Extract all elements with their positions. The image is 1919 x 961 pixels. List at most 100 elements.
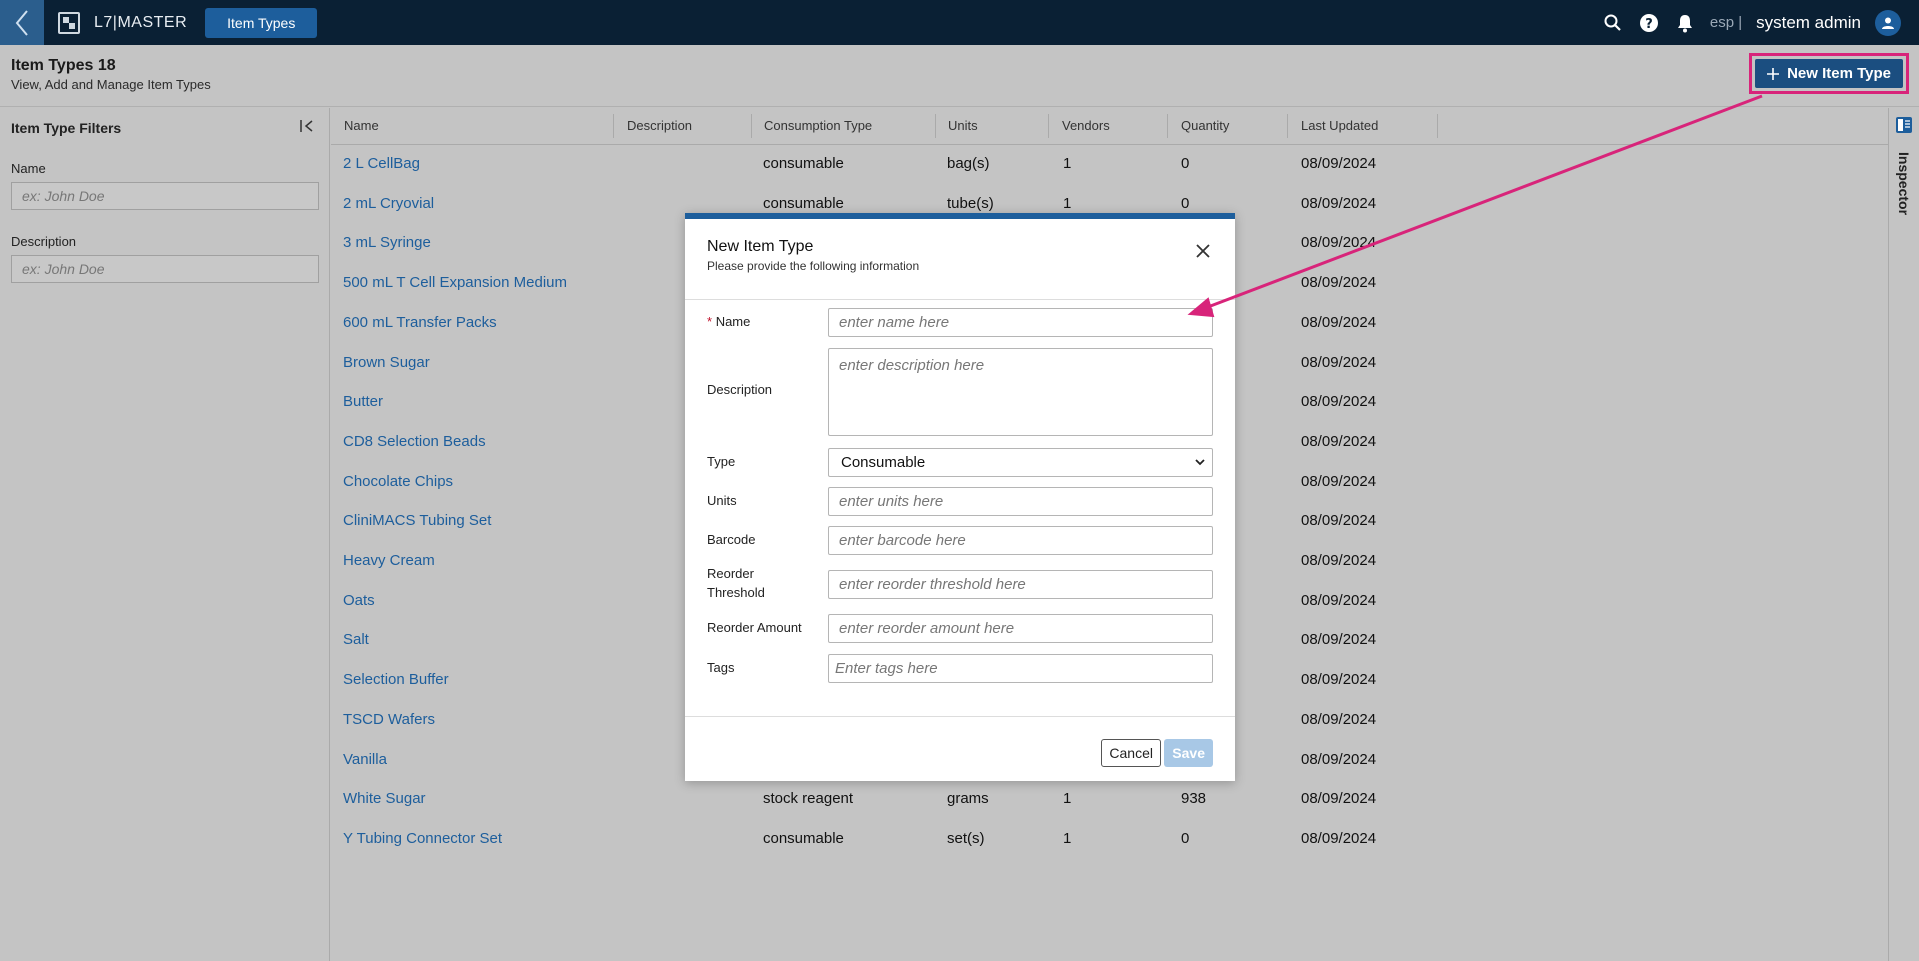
dialog-footer-divider bbox=[685, 716, 1235, 717]
column-header-quantity[interactable]: Quantity bbox=[1181, 118, 1229, 133]
table-row[interactable]: White Sugar stock reagent grams 1 938 08/09/2… bbox=[331, 780, 1888, 820]
cell-name[interactable]: Vanilla bbox=[343, 751, 387, 768]
search-icon[interactable] bbox=[1602, 12, 1624, 34]
reorder-amount-input[interactable]: enter reorder amount here bbox=[828, 614, 1213, 643]
type-field-label: Type bbox=[707, 454, 736, 469]
description-field-label: Description bbox=[707, 382, 773, 397]
reorder-threshold-input[interactable]: enter reorder threshold here bbox=[828, 570, 1213, 599]
chevron-down-icon bbox=[1195, 459, 1205, 466]
table-row[interactable]: Y Tubing Connector Set consumable set(s) 1 0… bbox=[331, 820, 1888, 860]
save-button[interactable]: Save bbox=[1164, 739, 1213, 767]
back-button[interactable] bbox=[0, 0, 44, 45]
new-item-type-button[interactable]: New Item Type bbox=[1755, 59, 1903, 88]
cell-consumption-type: consumable bbox=[763, 155, 844, 172]
cell-name[interactable]: Heavy Cream bbox=[343, 552, 435, 569]
cell-name[interactable]: CliniMACS Tubing Set bbox=[343, 512, 491, 529]
column-header-description[interactable]: Description bbox=[627, 118, 692, 133]
cell-name[interactable]: Brown Sugar bbox=[343, 354, 430, 371]
column-divider bbox=[1167, 114, 1168, 138]
language-indicator[interactable]: esp | bbox=[1710, 14, 1742, 31]
column-header-vendors[interactable]: Vendors bbox=[1062, 118, 1110, 133]
help-icon[interactable]: ? bbox=[1638, 12, 1660, 34]
table-header: Name Description Consumption Type Units … bbox=[331, 108, 1888, 145]
collapse-sidebar-icon[interactable] bbox=[299, 118, 317, 136]
new-item-type-label: New Item Type bbox=[1787, 65, 1891, 82]
column-header-consumption-type[interactable]: Consumption Type bbox=[764, 118, 872, 133]
tab-item-types[interactable]: Item Types bbox=[205, 7, 318, 38]
type-select[interactable]: Consumable bbox=[828, 448, 1213, 477]
required-marker: * bbox=[707, 314, 713, 329]
cell-quantity: 0 bbox=[1181, 829, 1190, 847]
cell-name[interactable]: Salt bbox=[343, 631, 369, 648]
column-header-name[interactable]: Name bbox=[344, 118, 379, 133]
page-header: Item Types 18 View, Add and Manage Item … bbox=[0, 45, 1919, 107]
name-filter-input[interactable]: ex: John Doe bbox=[11, 182, 319, 210]
cell-name[interactable]: 2 L CellBag bbox=[343, 155, 420, 172]
cell-last-updated: 08/09/2024 bbox=[1301, 671, 1377, 689]
avatar[interactable] bbox=[1875, 9, 1901, 36]
cell-last-updated: 08/09/2024 bbox=[1301, 750, 1377, 768]
cell-units: tube(s) bbox=[947, 194, 994, 212]
cell-last-updated: 08/09/2024 bbox=[1301, 393, 1377, 411]
column-header-last-updated[interactable]: Last Updated bbox=[1301, 118, 1378, 133]
cell-consumption-type: consumable bbox=[763, 194, 844, 212]
description-textarea[interactable]: enter description here bbox=[828, 348, 1213, 436]
cell-name[interactable]: 600 mL Transfer Packs bbox=[343, 314, 497, 331]
cell-name[interactable]: Selection Buffer bbox=[343, 671, 449, 688]
cell-quantity: 0 bbox=[1181, 194, 1190, 212]
cell-last-updated: 08/09/2024 bbox=[1301, 552, 1377, 569]
cell-name[interactable]: White Sugar bbox=[343, 790, 426, 807]
cell-name[interactable]: TSCD Wafers bbox=[343, 711, 435, 728]
tags-input[interactable]: Enter tags here bbox=[828, 654, 1213, 683]
cell-name[interactable]: Y Tubing Connector Set bbox=[343, 830, 502, 847]
user-icon bbox=[1882, 17, 1894, 29]
cell-last-updated: 08/09/2024 bbox=[1301, 790, 1377, 808]
column-divider bbox=[1048, 114, 1049, 138]
cell-name[interactable]: 2 mL Cryovial bbox=[343, 195, 434, 212]
column-divider bbox=[935, 114, 936, 138]
chevron-left-icon bbox=[15, 9, 28, 36]
cancel-button[interactable]: Cancel bbox=[1101, 739, 1161, 767]
column-divider bbox=[751, 114, 752, 138]
close-icon[interactable] bbox=[1195, 243, 1211, 259]
bell-icon[interactable] bbox=[1674, 12, 1696, 34]
cell-last-updated: 08/09/2024 bbox=[1301, 591, 1377, 609]
cell-last-updated: 08/09/2024 bbox=[1301, 631, 1377, 649]
new-item-type-dialog: New Item Type Please provide the followi… bbox=[685, 213, 1235, 781]
svg-text:?: ? bbox=[1645, 17, 1653, 32]
inspector-icon[interactable] bbox=[1895, 116, 1913, 134]
inspector-panel[interactable]: Inspector bbox=[1888, 108, 1919, 961]
top-bar: L7|MASTER Item Types ? esp | system admi… bbox=[0, 0, 1919, 45]
cell-last-updated: 08/09/2024 bbox=[1301, 194, 1377, 212]
dialog-divider bbox=[685, 299, 1235, 300]
cell-name[interactable]: 3 mL Syringe bbox=[343, 234, 431, 251]
column-divider bbox=[1437, 114, 1438, 138]
cell-last-updated: 08/09/2024 bbox=[1301, 155, 1377, 172]
app-logo[interactable]: L7|MASTER bbox=[58, 11, 188, 34]
cell-name[interactable]: Chocolate Chips bbox=[343, 473, 453, 490]
reorder-threshold-field-label: Reorder Threshold bbox=[707, 564, 765, 602]
new-item-type-highlight: New Item Type bbox=[1749, 53, 1909, 94]
name-input[interactable]: enter name here bbox=[828, 308, 1213, 337]
user-name[interactable]: system admin bbox=[1756, 13, 1861, 33]
tags-field-label: Tags bbox=[707, 660, 735, 675]
table-row[interactable]: 2 L CellBag consumable bag(s) 1 0 08/09/2024 bbox=[331, 145, 1888, 185]
filter-sidebar: Item Type Filters Name ex: John Doe Desc… bbox=[0, 108, 330, 961]
units-input[interactable]: enter units here bbox=[828, 487, 1213, 516]
cell-name[interactable]: CD8 Selection Beads bbox=[343, 433, 486, 450]
app-name: L7|MASTER bbox=[94, 13, 188, 31]
cell-last-updated: 08/09/2024 bbox=[1301, 353, 1377, 371]
barcode-input[interactable]: enter barcode here bbox=[828, 526, 1213, 555]
reorder-amount-field-label: Reorder Amount bbox=[707, 620, 802, 635]
cell-name[interactable]: 500 mL T Cell Expansion Medium bbox=[343, 274, 567, 291]
cell-name[interactable]: Butter bbox=[343, 393, 383, 410]
name-field-label-text: Name bbox=[715, 314, 751, 329]
cell-units: set(s) bbox=[947, 829, 985, 847]
reorder-threshold-label-line2: Threshold bbox=[707, 585, 765, 600]
description-filter-input[interactable]: ex: John Doe bbox=[11, 255, 319, 283]
column-header-units[interactable]: Units bbox=[948, 118, 978, 133]
dialog-subtitle: Please provide the following information bbox=[707, 259, 920, 273]
cell-name[interactable]: Oats bbox=[343, 592, 375, 609]
cell-vendors: 1 bbox=[1063, 194, 1072, 212]
cell-consumption-type: consumable bbox=[763, 829, 844, 847]
